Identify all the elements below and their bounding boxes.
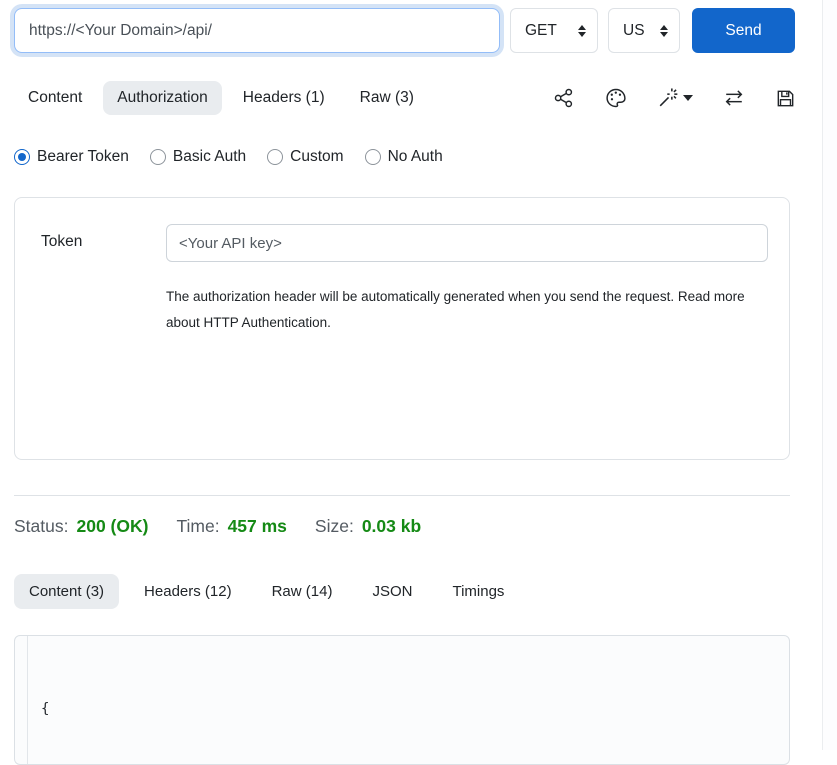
time-value: 457 ms <box>228 516 287 537</box>
token-help-line1: The authorization header will be automat… <box>166 284 768 310</box>
select-updown-icon <box>660 25 668 37</box>
radio-label: Custom <box>290 148 343 166</box>
radio-basic-auth[interactable]: Basic Auth <box>150 148 246 166</box>
toolbar <box>553 87 809 109</box>
response-tab-json[interactable]: JSON <box>357 574 427 609</box>
page-edge-line <box>822 0 823 750</box>
url-input[interactable] <box>14 8 500 53</box>
auth-type-group: Bearer Token Basic Auth Custom No Auth <box>14 148 809 166</box>
radio-icon <box>150 149 166 165</box>
status-summary: Status: 200 (OK) <box>14 516 148 537</box>
send-button[interactable]: Send <box>692 8 795 53</box>
radio-label: No Auth <box>388 148 443 166</box>
radio-label: Bearer Token <box>37 148 129 166</box>
time-summary: Time: 457 ms <box>176 516 286 537</box>
token-panel: Token The authorization header will be a… <box>14 197 790 460</box>
token-field-area: The authorization header will be automat… <box>166 224 768 459</box>
size-summary: Size: 0.03 kb <box>315 516 421 537</box>
radio-label: Basic Auth <box>173 148 246 166</box>
size-value: 0.03 kb <box>362 516 421 537</box>
token-help-text: The authorization header will be automat… <box>166 284 768 336</box>
tab-authorization[interactable]: Authorization <box>103 81 221 115</box>
size-label: Size: <box>315 516 354 537</box>
radio-bearer-token[interactable]: Bearer Token <box>14 148 129 166</box>
token-input[interactable] <box>166 224 768 262</box>
radio-icon <box>365 149 381 165</box>
main-content: GET US Send Content Authorization Header… <box>0 0 823 765</box>
response-tab-headers[interactable]: Headers (12) <box>129 574 247 609</box>
status-label: Status: <box>14 516 68 537</box>
token-label: Token <box>41 224 166 459</box>
section-divider <box>14 495 790 496</box>
region-select[interactable]: US <box>608 8 680 53</box>
swap-arrows-icon[interactable] <box>723 87 745 109</box>
request-tabs-row: Content Authorization Headers (1) Raw (3… <box>14 81 809 115</box>
status-value: 200 (OK) <box>76 516 148 537</box>
response-tab-content[interactable]: Content (3) <box>14 574 119 609</box>
share-icon[interactable] <box>553 87 575 109</box>
chevron-down-icon <box>683 95 693 101</box>
region-select-value: US <box>623 22 645 40</box>
radio-no-auth[interactable]: No Auth <box>365 148 443 166</box>
response-body-card: { "message": "API running." } <box>14 635 790 765</box>
json-open-brace: { <box>41 697 789 722</box>
magic-wand-dropdown-icon[interactable] <box>657 87 693 109</box>
tab-content[interactable]: Content <box>14 81 96 115</box>
token-help-line2: about HTTP Authentication. <box>166 310 768 336</box>
response-summary: Status: 200 (OK) Time: 457 ms Size: 0.03… <box>14 516 809 537</box>
request-bar: GET US Send <box>14 8 809 53</box>
tab-headers[interactable]: Headers (1) <box>229 81 339 115</box>
radio-custom[interactable]: Custom <box>267 148 343 166</box>
time-label: Time: <box>176 516 219 537</box>
page-edge-strip <box>823 0 837 750</box>
response-tab-raw[interactable]: Raw (14) <box>257 574 348 609</box>
palette-icon[interactable] <box>605 87 627 109</box>
save-icon[interactable] <box>775 88 796 109</box>
select-updown-icon <box>578 25 586 37</box>
radio-icon <box>267 149 283 165</box>
method-select[interactable]: GET <box>510 8 598 53</box>
response-tab-timings[interactable]: Timings <box>437 574 519 609</box>
method-select-value: GET <box>525 22 557 40</box>
radio-selected-icon <box>14 149 30 165</box>
tab-raw[interactable]: Raw (3) <box>346 81 428 115</box>
response-tabs-row: Content (3) Headers (12) Raw (14) JSON T… <box>14 574 809 609</box>
response-json-viewer[interactable]: { "message": "API running." } <box>27 636 789 764</box>
